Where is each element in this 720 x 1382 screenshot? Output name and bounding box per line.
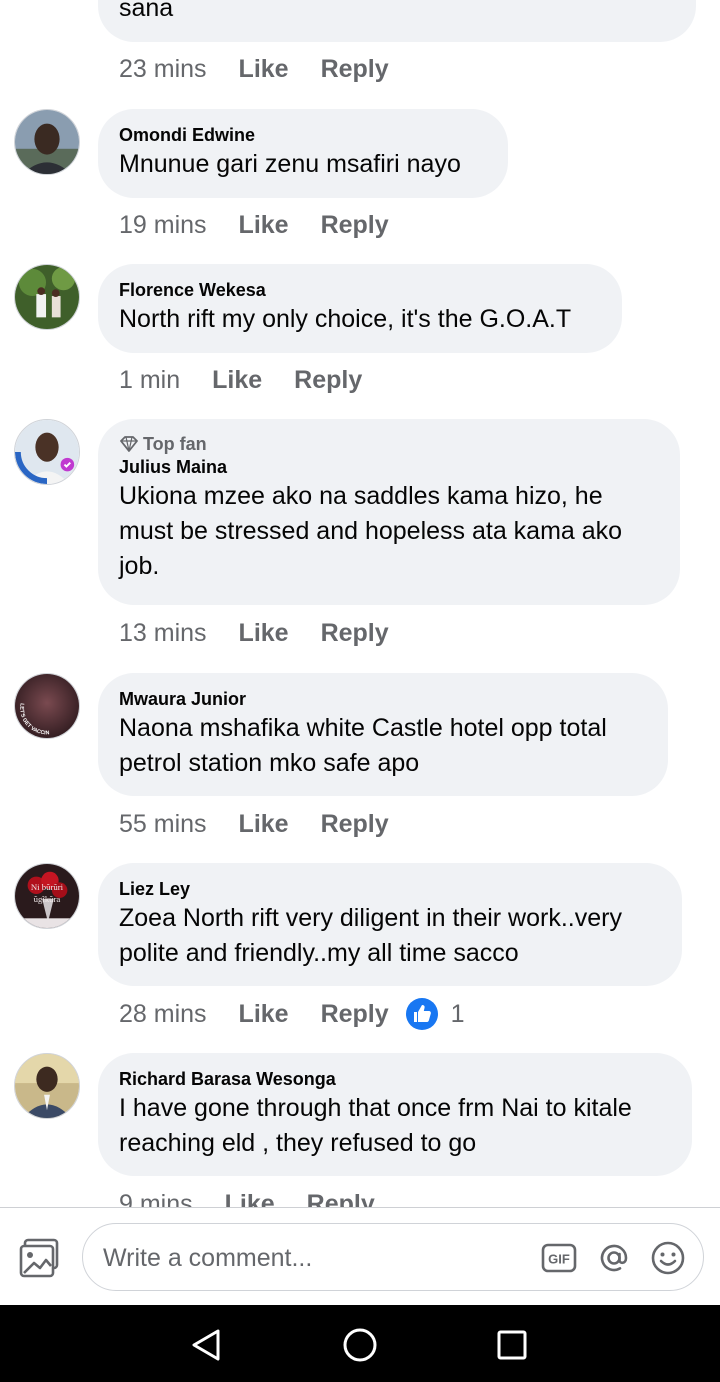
comment-text: Ukiona mzee ako na saddles kama hizo, he…	[119, 482, 623, 580]
comment-actions: 28 mins Like Reply 1	[119, 997, 465, 1031]
comment-author[interactable]: Richard Barasa Wesonga	[119, 1067, 670, 1091]
comment-text: I have gone through that once frm Nai to…	[119, 1094, 632, 1157]
like-button[interactable]: Like	[225, 1187, 275, 1207]
reaction-summary[interactable]: 1	[405, 997, 465, 1031]
photo-button[interactable]	[19, 1238, 61, 1278]
like-button[interactable]: Like	[212, 363, 262, 397]
comment-input-container[interactable]: GIF	[82, 1223, 704, 1291]
reply-button[interactable]: Reply	[321, 807, 389, 841]
reply-button[interactable]: Reply	[294, 363, 362, 397]
like-button[interactable]: Like	[239, 208, 289, 242]
reply-button[interactable]: Reply	[321, 997, 389, 1031]
comment-actions: 19 mins Like Reply	[119, 208, 421, 242]
avatar[interactable]: Ni bũrũri ũgĩkũra	[14, 863, 80, 929]
comment-bubble: Mwaura Junior Naona mshafika white Castl…	[98, 673, 668, 796]
comment-author[interactable]: Mwaura Junior	[119, 687, 646, 711]
comment-actions: 9 mins Like Reply	[119, 1187, 407, 1207]
reply-button[interactable]: Reply	[321, 208, 389, 242]
comment-text: Naona mshafika white Castle hotel opp to…	[119, 714, 607, 777]
comment-bubble: Florence Wekesa North rift my only choic…	[98, 264, 622, 353]
like-button[interactable]: Like	[239, 52, 289, 86]
avatar-text: ũgĩkũra	[34, 894, 61, 904]
at-mention-icon	[600, 1244, 628, 1272]
recents-icon	[497, 1330, 527, 1360]
reply-button[interactable]: Reply	[321, 616, 389, 650]
emoji-icon	[651, 1241, 685, 1275]
mention-button[interactable]	[596, 1240, 632, 1276]
comment-timestamp[interactable]: 19 mins	[119, 208, 207, 242]
comment-author[interactable]: Liez Ley	[119, 877, 660, 901]
gif-icon: GIF	[541, 1243, 577, 1273]
reaction-count: 1	[450, 1000, 465, 1028]
comment-timestamp[interactable]: 28 mins	[119, 997, 207, 1031]
comment-bubble: Richard Barasa Wesonga I have gone throu…	[98, 1053, 692, 1176]
avatar-text: Ni bũrũri	[31, 882, 64, 892]
photo-icon	[19, 1238, 59, 1278]
comment-bubble: Top fan Julius Maina Ukiona mzee ako na …	[98, 419, 680, 605]
comment-text: Mnunue gari zenu msafiri nayo	[119, 150, 461, 178]
system-navigation-bar	[0, 1305, 720, 1382]
comment-author[interactable]: Florence Wekesa	[119, 278, 600, 302]
comment-actions: 23 mins Like Reply	[119, 52, 421, 86]
avatar[interactable]: LET'S GET VACCINATED	[14, 673, 80, 739]
comment-actions: 1 min Like Reply	[119, 363, 394, 397]
top-fan-badge[interactable]: Top fan	[119, 433, 658, 455]
back-button[interactable]	[186, 1325, 226, 1365]
reply-button[interactable]: Reply	[321, 52, 389, 86]
avatar[interactable]	[14, 109, 80, 175]
comment-text: Zoea North rift very diligent in their w…	[119, 904, 622, 967]
avatar[interactable]	[14, 419, 80, 485]
comment-text: North rift my only choice, it's the G.O.…	[119, 305, 572, 333]
comment-author[interactable]: Omondi Edwine	[119, 123, 486, 147]
gif-label: GIF	[548, 1252, 570, 1267]
back-icon	[192, 1329, 220, 1361]
comment-bubble: sana	[98, 0, 696, 42]
home-icon	[343, 1328, 377, 1362]
avatar[interactable]	[14, 264, 80, 330]
comment-bubble: Liez Ley Zoea North rift very diligent i…	[98, 863, 682, 986]
like-button[interactable]: Like	[239, 997, 289, 1031]
comment-text: sana	[119, 0, 174, 22]
recents-button[interactable]	[492, 1325, 532, 1365]
top-fan-label: Top fan	[143, 434, 207, 454]
comment-composer: GIF	[0, 1207, 720, 1305]
comment-timestamp[interactable]: 23 mins	[119, 52, 207, 86]
avatar[interactable]	[14, 1053, 80, 1119]
thumbs-up-icon	[405, 998, 438, 1030]
comments-feed[interactable]: sana 23 mins Like Reply Omondi Edwine Mn…	[0, 0, 720, 1207]
comment-actions: 55 mins Like Reply	[119, 807, 421, 841]
reply-button[interactable]: Reply	[307, 1187, 375, 1207]
comment-timestamp[interactable]: 55 mins	[119, 807, 207, 841]
comment-timestamp[interactable]: 1 min	[119, 363, 180, 397]
top-fan-diamond-icon	[120, 436, 138, 452]
comment-author[interactable]: Julius Maina	[119, 455, 658, 479]
gif-button[interactable]: GIF	[541, 1240, 577, 1276]
like-button[interactable]: Like	[239, 616, 289, 650]
emoji-button[interactable]	[650, 1240, 686, 1276]
comment-bubble: Omondi Edwine Mnunue gari zenu msafiri n…	[98, 109, 508, 198]
comment-timestamp[interactable]: 9 mins	[119, 1187, 193, 1207]
comment-input[interactable]	[101, 1236, 525, 1280]
comment-actions: 13 mins Like Reply	[119, 616, 421, 650]
home-button[interactable]	[340, 1325, 380, 1365]
like-button[interactable]: Like	[239, 807, 289, 841]
comment-timestamp[interactable]: 13 mins	[119, 616, 207, 650]
